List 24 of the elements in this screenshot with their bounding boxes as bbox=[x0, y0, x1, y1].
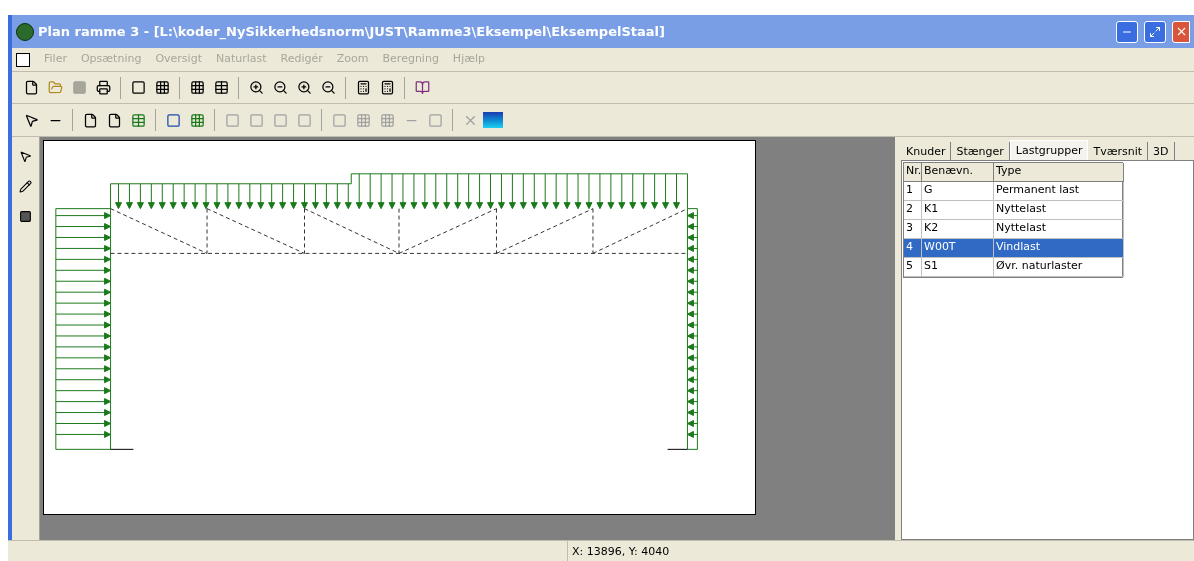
table-cell: Øvr. naturlaster bbox=[994, 258, 1124, 277]
minimize-button[interactable] bbox=[1116, 20, 1138, 43]
table-cell: Nyttelast bbox=[994, 201, 1124, 220]
table-cell: Vindlast bbox=[994, 239, 1124, 258]
table-cell: W00T bbox=[922, 239, 994, 258]
table-cell: 4 bbox=[904, 239, 922, 258]
close-button[interactable] bbox=[1172, 20, 1190, 43]
table-cell: 5 bbox=[904, 258, 922, 277]
table-cell: K1 bbox=[922, 201, 994, 220]
app-logo-icon bbox=[16, 22, 34, 41]
table-cell: S1 bbox=[922, 258, 994, 277]
column-header[interactable]: Benævn. bbox=[922, 163, 994, 182]
maximize-icon bbox=[1149, 25, 1161, 38]
column-header[interactable]: Type bbox=[994, 163, 1124, 182]
maximize-button[interactable] bbox=[1144, 20, 1166, 43]
table-cell: Permanent last bbox=[994, 182, 1124, 201]
table-cell: G bbox=[922, 182, 994, 201]
tab[interactable]: Lastgrupper bbox=[1009, 140, 1089, 160]
section-icon[interactable] bbox=[483, 112, 503, 128]
window-title: Plan ramme 3 - [L:\koder_NySikkerhedsnorm\JUST\Ramme3\Eksempel\EksempelStaal] bbox=[38, 22, 665, 42]
table-cell: 1 bbox=[904, 182, 922, 201]
status-text: X: 13896, Y: 4040 bbox=[571, 544, 671, 560]
table-cell: 2 bbox=[904, 201, 922, 220]
column-header[interactable]: Nr. bbox=[904, 163, 922, 182]
